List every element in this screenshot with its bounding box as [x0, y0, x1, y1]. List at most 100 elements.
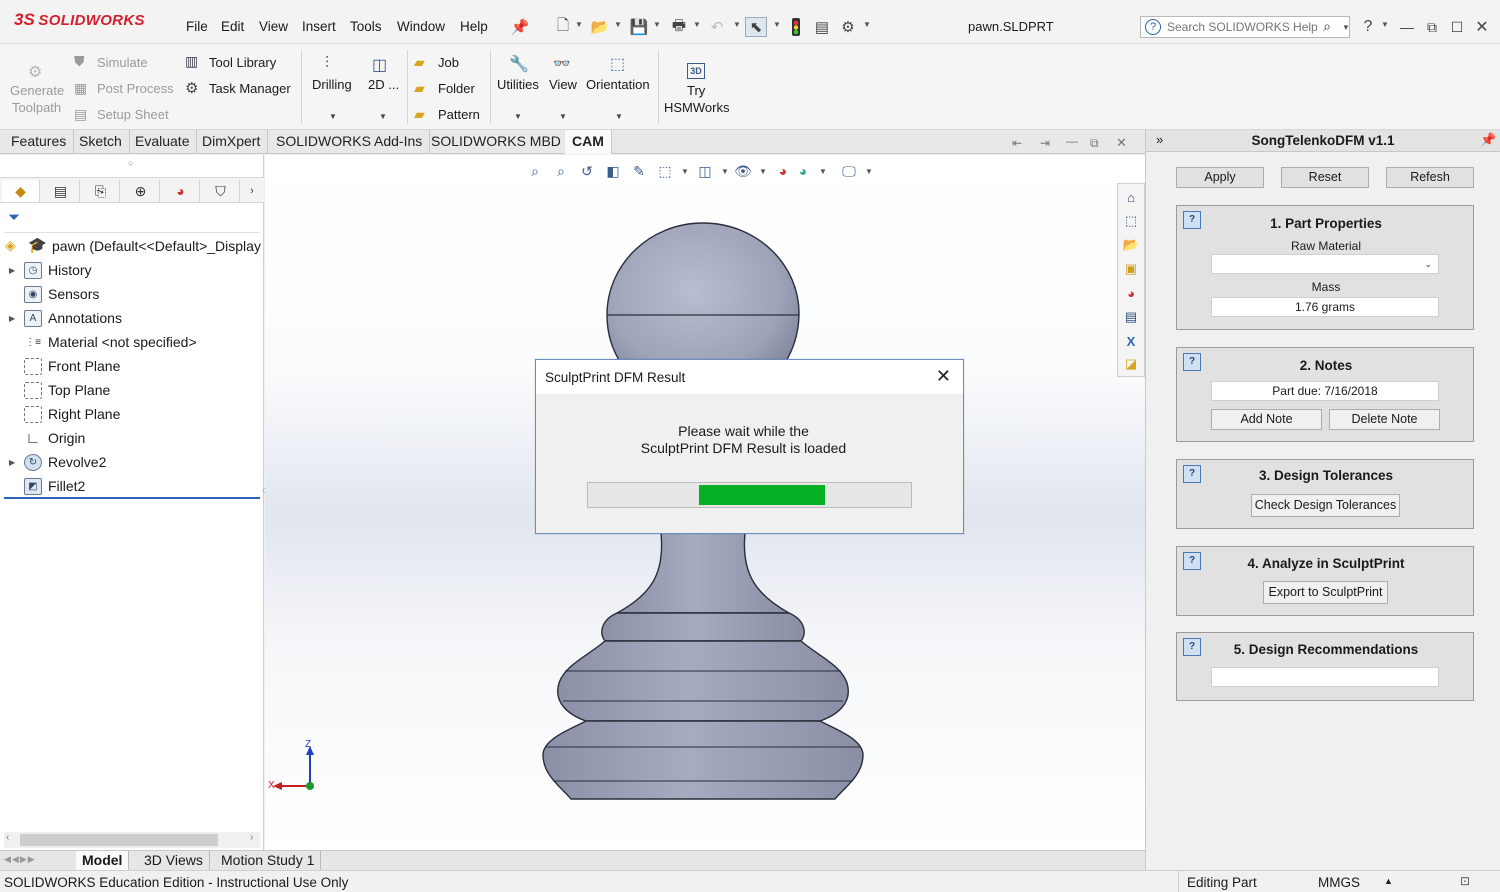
drilling-icon[interactable]: ⫶ [325, 55, 329, 73]
menu-view[interactable]: View [259, 19, 288, 34]
hide-show-icon[interactable]: 👁 [733, 161, 753, 181]
orientation-dropdown-icon[interactable]: ▼ [615, 112, 623, 121]
maximize-icon[interactable]: ☐ [1446, 17, 1468, 37]
units-up-icon[interactable]: ▲ [1384, 876, 1393, 886]
two-d-button[interactable]: 2D ... [368, 77, 399, 92]
apply-scene-icon[interactable]: ◕ [793, 161, 813, 181]
select-arrow-icon[interactable]: ⬉ [745, 17, 767, 37]
search-icon[interactable]: ⌕ [1323, 18, 1331, 35]
print-dropdown-icon[interactable]: ▼ [693, 20, 701, 29]
two-d-dropdown-icon[interactable]: ▼ [379, 112, 387, 121]
view-settings-caret-icon[interactable]: ▼ [859, 161, 879, 181]
view-palette-icon[interactable]: ▣ [1121, 259, 1141, 279]
tool-library-icon[interactable]: ▥ [185, 53, 198, 70]
pin-icon[interactable]: 📌 [1480, 132, 1496, 148]
menu-insert[interactable]: Insert [302, 19, 336, 34]
tab-model[interactable]: Model [76, 851, 130, 871]
minimize-icon[interactable]: — [1396, 17, 1418, 37]
property-manager-tab-icon[interactable]: ▤ [42, 180, 80, 202]
select-dropdown-icon[interactable]: ▼ [773, 20, 781, 29]
scrollbar-thumb[interactable] [20, 834, 218, 846]
viewport-next-icon[interactable]: ⇥ [1040, 136, 1050, 150]
close-icon[interactable]: ✕ [1471, 17, 1493, 37]
custom-properties-icon[interactable]: ▤ [1121, 307, 1141, 327]
save-dropdown-icon[interactable]: ▼ [653, 20, 661, 29]
scroll-right-icon[interactable]: › [250, 832, 253, 843]
cam-tab-icon[interactable]: ⛉ [202, 180, 240, 202]
help-icon[interactable]: ? [1357, 17, 1379, 37]
previous-view-icon[interactable]: ↺ [577, 161, 597, 181]
orientation-button[interactable]: Orientation [586, 77, 650, 92]
appearances-icon[interactable]: ◕ [1121, 283, 1141, 303]
hsmworks-icon[interactable]: 3D [687, 63, 705, 79]
options-gear-icon[interactable]: ⚙ [837, 17, 859, 37]
open-folder-icon[interactable]: 📂 [589, 17, 611, 37]
tab-features[interactable]: Features [4, 130, 75, 154]
menu-window[interactable]: Window [397, 19, 445, 34]
utilities-dropdown-icon[interactable]: ▼ [514, 112, 522, 121]
drilling-dropdown-icon[interactable]: ▼ [329, 112, 337, 121]
home-icon[interactable]: ⌂ [1121, 187, 1141, 207]
tree-root-pawn[interactable]: ◈ 🎓 pawn (Default<<Default>_Display [0, 235, 262, 257]
refresh-button[interactable]: Refesh [1386, 167, 1474, 188]
scroll-left-icon[interactable]: ‹ [6, 832, 9, 843]
viewport-prev-icon[interactable]: ⇤ [1012, 136, 1022, 150]
tree-item-sensors[interactable]: ◉ Sensors [0, 283, 262, 305]
tree-item-top-plane[interactable]: Top Plane [0, 379, 262, 401]
post-process-button[interactable]: Post Process [97, 81, 174, 96]
display-style-icon[interactable]: ◫ [695, 161, 715, 181]
tab-evaluate[interactable]: Evaluate [128, 130, 198, 154]
filter-funnel-icon[interactable]: ⏷ [8, 209, 20, 226]
dynamic-annotation-icon[interactable]: ✎ [629, 161, 649, 181]
dialog-close-icon[interactable]: ✕ [936, 366, 951, 387]
tree-item-fillet2[interactable]: ◩ Fillet2 [0, 475, 262, 497]
edit-appearance-icon[interactable]: ◕ [773, 161, 793, 181]
simulate-icon[interactable]: ⛊ [74, 53, 85, 70]
tab-solidworks-mbd[interactable]: SOLIDWORKS MBD [424, 130, 569, 154]
help-dropdown-icon[interactable]: ▼ [1381, 20, 1389, 29]
zoom-to-fit-icon[interactable]: ⌕ [525, 161, 545, 181]
menu-tools[interactable]: Tools [350, 19, 382, 34]
folder-button[interactable]: Folder [438, 81, 475, 96]
tree-item-history[interactable]: ▶ ◷ History [0, 259, 262, 281]
pattern-icon[interactable]: ▰ [414, 106, 425, 123]
view-glasses-icon[interactable]: 👓 [553, 55, 570, 72]
simulate-button[interactable]: Simulate [97, 55, 148, 70]
tab-3d-views[interactable]: 3D Views [138, 851, 210, 871]
solidworks-logo[interactable]: 3S SOLIDWORKS [14, 10, 156, 40]
generate-label-1[interactable]: Generate [10, 83, 64, 98]
open-dropdown-icon[interactable]: ▼ [614, 20, 622, 29]
tab-motion-study[interactable]: Motion Study 1 [215, 851, 322, 871]
viewport-close-icon[interactable]: ✕ [1116, 135, 1127, 151]
menu-help[interactable]: Help [460, 19, 488, 34]
quick-tips-icon[interactable]: ⊡ [1460, 874, 1470, 888]
view-dropdown-icon[interactable]: ▼ [559, 112, 567, 121]
tree-item-origin[interactable]: ∟ Origin [0, 427, 262, 449]
x-addin-icon[interactable]: X [1121, 331, 1141, 351]
post-process-icon[interactable]: ▦ [74, 80, 87, 97]
tab-solidworks-add-ins[interactable]: SOLIDWORKS Add-Ins [269, 130, 431, 154]
horizontal-scrollbar[interactable]: ‹ › [4, 832, 260, 848]
design-library-icon[interactable]: ⬚ [1121, 211, 1141, 231]
reset-button[interactable]: Reset [1281, 167, 1369, 188]
tree-item-front-plane[interactable]: Front Plane [0, 355, 262, 377]
zoom-to-area-icon[interactable]: ⌕ [551, 161, 571, 181]
save-icon[interactable]: 💾 [628, 17, 650, 37]
print-icon[interactable]: 🖶 [668, 17, 690, 37]
mass-field[interactable]: 1.76 grams [1211, 297, 1439, 317]
tree-item-material[interactable]: ⋮≡ Material <not specified> [0, 331, 262, 353]
section-view-icon[interactable]: ◧ [603, 161, 623, 181]
export-to-sculptprint-button[interactable]: Export to SculptPrint [1263, 581, 1388, 604]
options-dropdown-icon[interactable]: ▼ [863, 20, 871, 29]
note-field[interactable]: Part due: 7/16/2018 [1211, 381, 1439, 401]
two-d-icon[interactable]: ◫ [372, 55, 387, 75]
new-document-icon[interactable]: 🗋 [552, 17, 574, 37]
job-icon[interactable]: ▰ [414, 54, 425, 71]
task-manager-button[interactable]: Task Manager [209, 81, 291, 96]
feature-tree-tab-icon[interactable]: ◆ [2, 180, 40, 202]
menu-edit[interactable]: Edit [221, 19, 244, 34]
check-design-tolerances-button[interactable]: Check Design Tolerances [1251, 494, 1400, 517]
raw-material-select[interactable]: ⌄ [1211, 254, 1439, 274]
tab-sketch[interactable]: Sketch [72, 130, 130, 154]
utilities-wrench-icon[interactable]: 🔧 [509, 54, 529, 74]
